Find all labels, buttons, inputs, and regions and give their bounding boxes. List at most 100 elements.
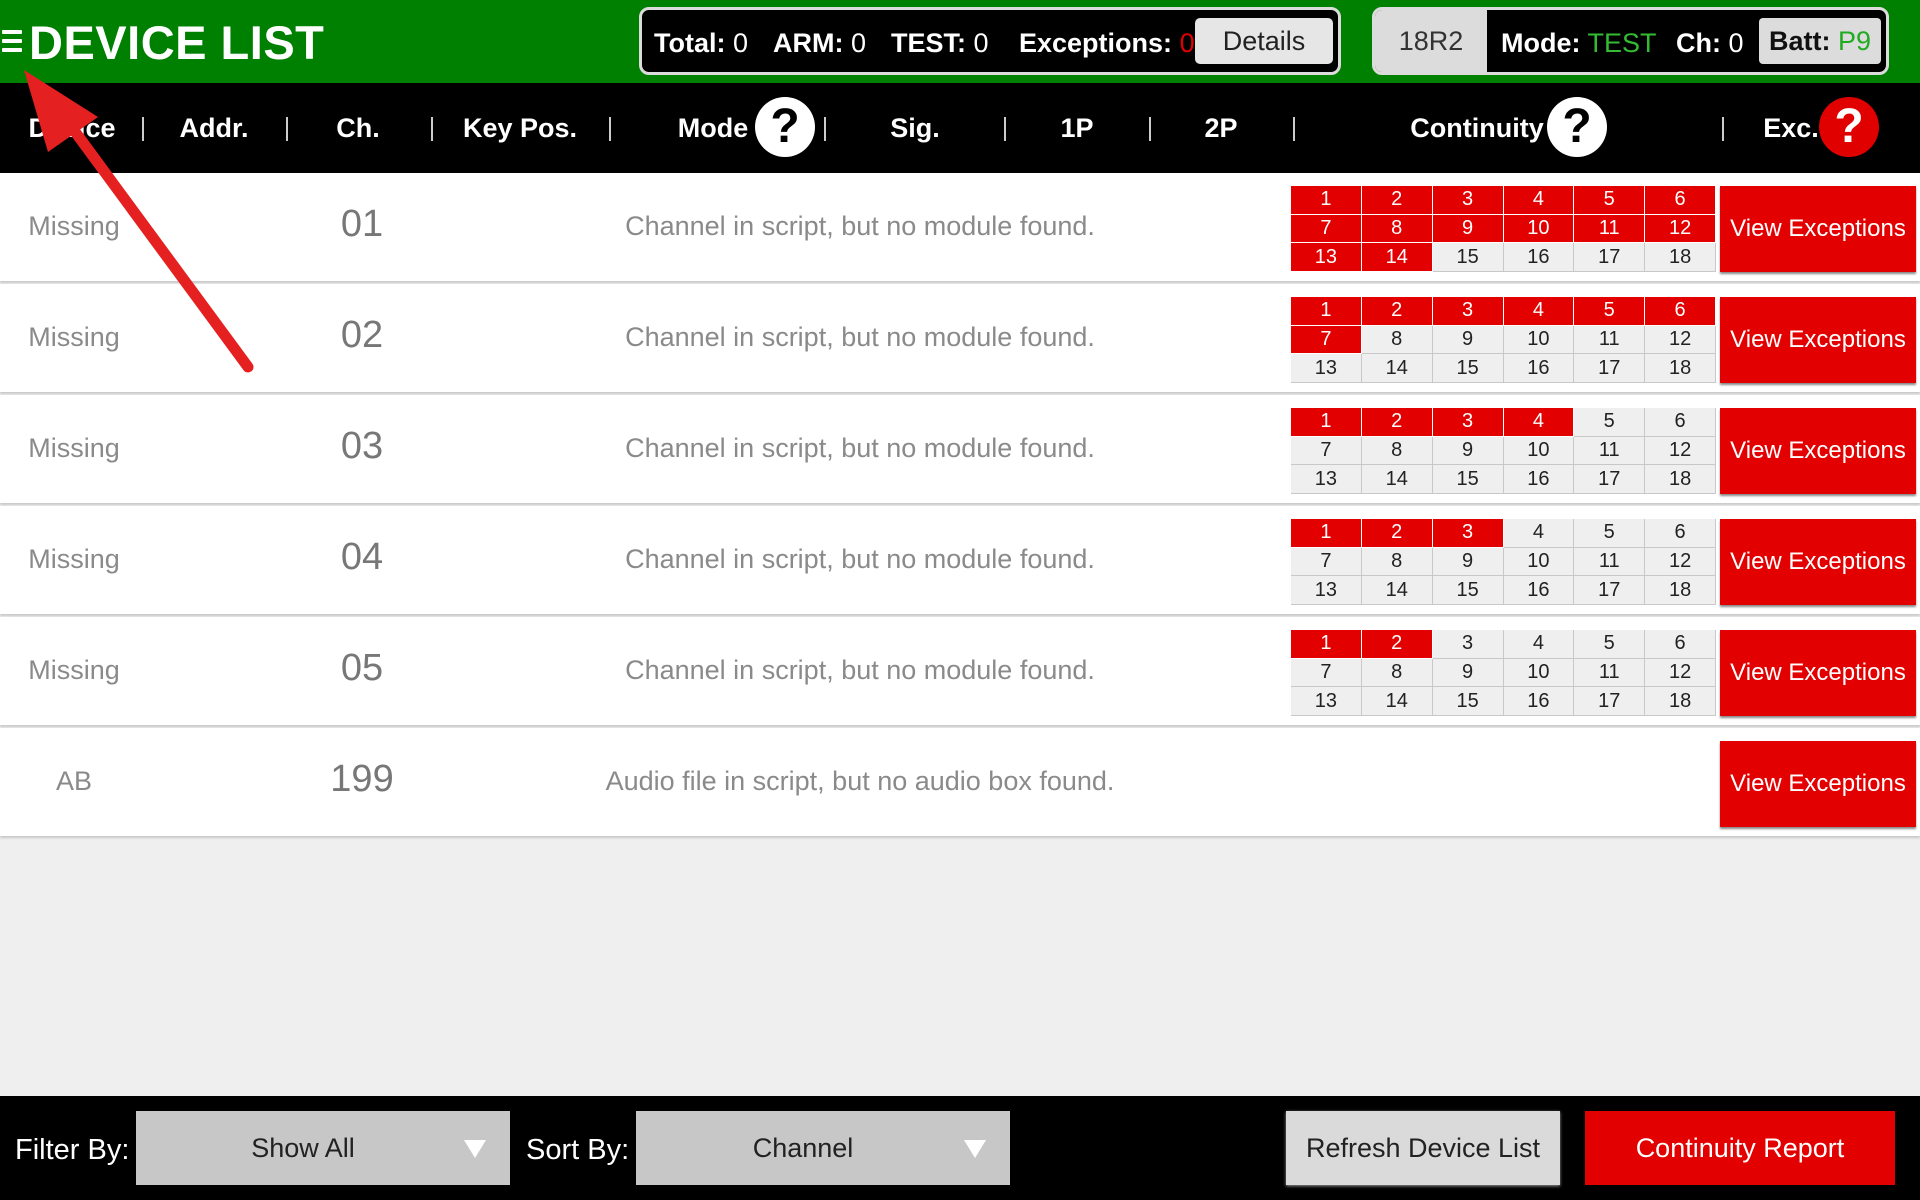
continuity-cell: 14: [1361, 465, 1433, 494]
continuity-cell: 15: [1432, 243, 1504, 272]
filter-value: Show All: [251, 1133, 355, 1163]
continuity-cell: 6: [1645, 186, 1716, 215]
continuity-cell: 16: [1503, 687, 1575, 716]
column-separator: [1149, 117, 1151, 141]
row-device: AB: [55, 766, 93, 796]
column-1p[interactable]: 1P: [1060, 113, 1093, 144]
continuity-cell: 8: [1361, 658, 1433, 688]
continuity-cell: 17: [1574, 576, 1646, 605]
battery-badge: Batt: P9: [1759, 18, 1881, 64]
row-address: 03: [340, 425, 384, 467]
table-row[interactable]: Missing 01 Channel in script, but no modul…: [0, 173, 1920, 281]
continuity-cell: 1: [1291, 186, 1362, 215]
column-separator: [824, 117, 826, 141]
column-separator: [1722, 117, 1724, 141]
continuity-cell: 2: [1361, 186, 1433, 215]
continuity-cell: 13: [1291, 354, 1362, 383]
continuity-cell: 5: [1574, 519, 1646, 548]
device-channel: Ch: 0: [1676, 28, 1744, 58]
view-exceptions-button[interactable]: View Exceptions: [1720, 630, 1916, 716]
continuity-grid: 1 2 3 4 5 6 7 8 9 10 11 12 13 14 15 16 17 18: [1291, 297, 1716, 383]
table-row[interactable]: Missing 02 Channel in script, but no modul…: [0, 284, 1920, 392]
continuity-cell: 6: [1645, 630, 1716, 659]
continuity-cell: 9: [1432, 214, 1504, 244]
continuity-cell: 18: [1645, 687, 1716, 716]
continuity-cell: 10: [1503, 214, 1575, 244]
row-message: Channel in script, but no module found.: [625, 544, 1095, 574]
table-row[interactable]: AB 199 Audio file in script, but no audio …: [0, 728, 1920, 836]
continuity-cell: 4: [1503, 186, 1575, 215]
table-row[interactable]: Missing 05 Channel in script, but no modul…: [0, 617, 1920, 725]
refresh-device-list-button[interactable]: Refresh Device List: [1286, 1111, 1560, 1185]
continuity-cell: 12: [1645, 325, 1716, 355]
mode-help-icon[interactable]: ?: [755, 97, 815, 157]
continuity-cell: 1: [1291, 519, 1362, 548]
column-separator: [286, 117, 288, 141]
continuity-grid: 1 2 3 4 5 6 7 8 9 10 11 12 13 14 15 16 17 18: [1291, 519, 1716, 605]
row-device: Missing: [28, 433, 120, 463]
column-key-pos[interactable]: Key Pos.: [463, 113, 577, 144]
continuity-cell: 10: [1503, 325, 1575, 355]
continuity-cell: 2: [1361, 630, 1433, 659]
continuity-cell: 11: [1574, 214, 1646, 244]
row-message: Channel in script, but no module found.: [625, 211, 1095, 241]
continuity-cell: 16: [1503, 354, 1575, 383]
continuity-cell: 18: [1645, 465, 1716, 494]
continuity-report-button[interactable]: Continuity Report: [1585, 1111, 1895, 1185]
table-row[interactable]: Missing 04 Channel in script, but no modul…: [0, 506, 1920, 614]
continuity-cell: 10: [1503, 658, 1575, 688]
device-status-panel: 18R2 Mode: TEST Ch: 0 Batt: P9: [1372, 7, 1889, 75]
stat-arm: ARM: 0: [773, 28, 867, 58]
continuity-cell: 18: [1645, 243, 1716, 272]
view-exceptions-button[interactable]: View Exceptions: [1720, 519, 1916, 605]
column-exc[interactable]: Exc.: [1763, 113, 1819, 144]
stats-panel: Total: 0 ARM: 0 TEST: 0 Exceptions: 0 De…: [639, 7, 1341, 75]
column-separator: [609, 117, 611, 141]
continuity-cell: 9: [1432, 325, 1504, 355]
continuity-cell: 10: [1503, 547, 1575, 577]
filter-select[interactable]: Show All: [136, 1111, 510, 1185]
top-bar: DEVICE LIST Total: 0 ARM: 0 TEST: 0 Exce…: [0, 0, 1920, 83]
stat-test: TEST: 0: [891, 28, 989, 58]
continuity-cell: 8: [1361, 547, 1433, 577]
view-exceptions-button[interactable]: View Exceptions: [1720, 297, 1916, 383]
sort-select[interactable]: Channel: [636, 1111, 1010, 1185]
column-2p[interactable]: 2P: [1204, 113, 1237, 144]
continuity-cell: 9: [1432, 547, 1504, 577]
exceptions-help-icon[interactable]: ?: [1819, 97, 1879, 157]
details-button[interactable]: Details: [1195, 18, 1333, 64]
table-row[interactable]: Missing 03 Channel in script, but no modul…: [0, 395, 1920, 503]
continuity-cell: 13: [1291, 687, 1362, 716]
row-device: Missing: [28, 322, 120, 352]
sort-value: Channel: [752, 1133, 854, 1163]
continuity-cell: 5: [1574, 186, 1646, 215]
continuity-cell: 4: [1503, 630, 1575, 659]
row-message: Audio file in script, but no audio box f…: [605, 766, 1115, 796]
column-continuity[interactable]: Continuity: [1410, 113, 1543, 144]
continuity-cell: 11: [1574, 325, 1646, 355]
column-device[interactable]: Device: [28, 113, 115, 144]
column-addr[interactable]: Addr.: [179, 113, 248, 144]
continuity-cell: 4: [1503, 297, 1575, 326]
hamburger-menu-icon[interactable]: [2, 30, 22, 54]
continuity-cell: 6: [1645, 408, 1716, 437]
row-address: 199: [330, 758, 394, 800]
continuity-help-icon[interactable]: ?: [1547, 97, 1607, 157]
continuity-cell: 11: [1574, 658, 1646, 688]
continuity-cell: 3: [1432, 408, 1504, 437]
triangle-down-icon: [464, 1140, 486, 1158]
continuity-cell: 16: [1503, 465, 1575, 494]
continuity-cell: 15: [1432, 576, 1504, 605]
column-mode[interactable]: Mode: [678, 113, 749, 144]
continuity-cell: 3: [1432, 519, 1504, 548]
continuity-grid: 1 2 3 4 5 6 7 8 9 10 11 12 13 14 15 16 17 18: [1291, 630, 1716, 716]
column-sig[interactable]: Sig.: [890, 113, 940, 144]
column-ch[interactable]: Ch.: [336, 113, 380, 144]
view-exceptions-button[interactable]: View Exceptions: [1720, 408, 1916, 494]
continuity-cell: 7: [1291, 547, 1362, 577]
row-device: Missing: [28, 655, 120, 685]
continuity-cell: 7: [1291, 436, 1362, 466]
view-exceptions-button[interactable]: View Exceptions: [1720, 186, 1916, 272]
view-exceptions-button[interactable]: View Exceptions: [1720, 741, 1916, 827]
column-header-bar: Device Addr. Ch. Key Pos. Mode ? Sig. 1P…: [0, 83, 1920, 173]
